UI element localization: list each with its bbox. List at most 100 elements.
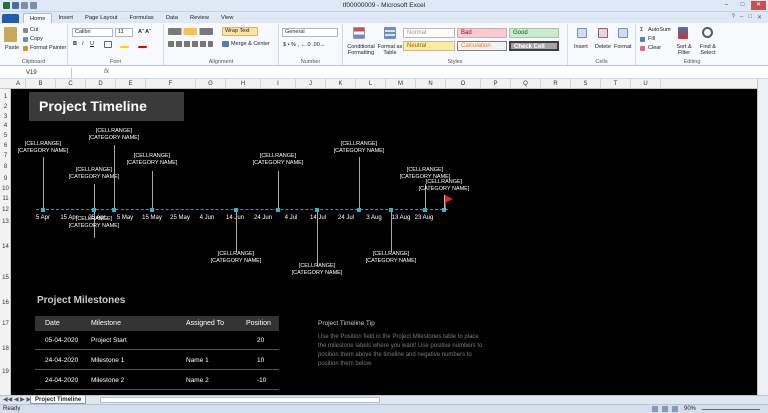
sort-filter-button[interactable]: Sort & Filter	[674, 44, 694, 56]
clear-button[interactable]: Clear	[648, 45, 661, 51]
row-header[interactable]: 4	[0, 123, 11, 129]
file-tab[interactable]	[2, 14, 19, 23]
column-header[interactable]: C	[56, 79, 86, 89]
font-name-select[interactable]: Calibri	[72, 28, 113, 37]
row-header[interactable]: 9	[0, 176, 11, 182]
column-header[interactable]: Q	[511, 79, 541, 89]
row-header[interactable]: 5	[0, 133, 11, 139]
delete-button[interactable]: Delete	[595, 44, 611, 50]
row-header[interactable]: 7	[0, 153, 11, 159]
row-header[interactable]: 18	[0, 346, 11, 352]
column-header[interactable]: B	[26, 79, 56, 89]
close-workbook-icon[interactable]: ✕	[757, 14, 762, 21]
column-header[interactable]: L	[356, 79, 386, 89]
style-normal[interactable]: Normal	[403, 28, 455, 38]
fill-color-icon[interactable]	[120, 46, 129, 48]
milestone-marker[interactable]	[357, 208, 361, 212]
restore-icon[interactable]: □	[748, 14, 752, 21]
milestone-marker[interactable]	[276, 208, 280, 212]
row-header[interactable]: 8	[0, 164, 11, 170]
column-header[interactable]: A	[11, 79, 26, 89]
style-good[interactable]: Good	[509, 28, 559, 38]
row-header[interactable]: 14	[0, 244, 11, 250]
column-header[interactable]: U	[631, 79, 661, 89]
grow-font-icon[interactable]: Aˆ Aˇ	[138, 29, 151, 35]
column-header[interactable]: D	[86, 79, 116, 89]
find-select-button[interactable]: Find & Select	[697, 44, 719, 56]
table-row[interactable]: 05-04-2020 Project Start 20	[35, 331, 279, 350]
column-header[interactable]: J	[296, 79, 326, 89]
column-header[interactable]: S	[571, 79, 601, 89]
format-as-table-button[interactable]: Format as Table	[377, 44, 403, 56]
merge-center-button[interactable]: Merge & Center	[231, 41, 270, 47]
ribbon-minimize-icon[interactable]: –	[740, 14, 743, 21]
copy-button[interactable]: Copy	[30, 36, 43, 42]
tab-review[interactable]: Review	[184, 13, 215, 23]
cut-button[interactable]: Cut	[30, 27, 39, 33]
horizontal-scrollbar[interactable]	[100, 397, 380, 403]
tab-home[interactable]: Home	[23, 13, 53, 23]
format-painter-button[interactable]: Format Painter	[30, 45, 66, 51]
column-header[interactable]: R	[541, 79, 571, 89]
insert-function-button[interactable]: fx	[104, 68, 109, 75]
column-header[interactable]: H	[226, 79, 261, 89]
row-header[interactable]: 13	[0, 219, 11, 225]
column-header[interactable]: I	[261, 79, 296, 89]
column-header[interactable]: M	[386, 79, 416, 89]
milestone-marker[interactable]	[112, 208, 116, 212]
column-header[interactable]: T	[601, 79, 631, 89]
help-icon[interactable]: ?	[732, 14, 735, 21]
row-header[interactable]: 10	[0, 186, 11, 192]
sheet-tab-project-timeline[interactable]: Project Timeline	[30, 396, 87, 404]
style-bad[interactable]: Bad	[457, 28, 507, 38]
column-header[interactable]: E	[116, 79, 146, 89]
style-neutral[interactable]: Neutral	[403, 41, 455, 51]
milestone-marker[interactable]	[41, 208, 45, 212]
tab-view[interactable]: View	[215, 13, 239, 23]
milestone-marker[interactable]	[150, 208, 154, 212]
font-size-select[interactable]: 11	[115, 28, 133, 37]
fill-button[interactable]: Fill	[648, 36, 655, 42]
number-format-select[interactable]: General	[282, 28, 338, 37]
column-header[interactable]: F	[146, 79, 196, 89]
font-color-icon[interactable]	[138, 46, 147, 48]
minimize-button[interactable]: –	[719, 1, 734, 10]
insert-button[interactable]: Insert	[574, 44, 588, 50]
row-header[interactable]: 15	[0, 275, 11, 281]
vertical-scrollbar[interactable]	[757, 79, 768, 395]
tab-insert[interactable]: Insert	[52, 13, 79, 23]
autosum-button[interactable]: AutoSum	[648, 27, 671, 33]
bold-icon[interactable]: B	[73, 41, 77, 47]
table-row[interactable]: 24-04-2020 Milestone 2 Name 2 -10	[35, 371, 279, 390]
row-header[interactable]: 17	[0, 321, 11, 327]
paste-icon[interactable]	[4, 27, 17, 42]
column-header[interactable]: K	[326, 79, 356, 89]
milestone-marker[interactable]	[423, 208, 427, 212]
tab-page-layout[interactable]: Page Layout	[79, 13, 124, 23]
table-row[interactable]: 24-04-2020 Milestone 1 Name 1 10	[35, 351, 279, 370]
row-header[interactable]: 6	[0, 143, 11, 149]
column-header[interactable]: O	[446, 79, 481, 89]
row-header[interactable]: 12	[0, 207, 11, 213]
maximize-button[interactable]: □	[735, 1, 750, 10]
zoom-slider[interactable]	[702, 409, 760, 410]
borders-icon[interactable]	[104, 41, 112, 48]
column-header[interactable]: G	[196, 79, 226, 89]
row-header[interactable]: 3	[0, 114, 11, 120]
milestone-marker[interactable]	[315, 208, 319, 212]
formula-input[interactable]	[118, 68, 758, 78]
format-button[interactable]: Format	[614, 44, 631, 50]
italic-icon[interactable]: I	[82, 41, 84, 47]
style-calculation[interactable]: Calculation	[457, 41, 507, 51]
row-header[interactable]: 19	[0, 369, 11, 375]
tab-formulas[interactable]: Formulas	[124, 13, 160, 23]
milestone-marker[interactable]	[92, 208, 96, 212]
column-header[interactable]: N	[416, 79, 446, 89]
vertical-align-icons[interactable]	[168, 28, 213, 35]
milestone-marker[interactable]	[389, 208, 393, 212]
row-header[interactable]: 1	[0, 94, 11, 100]
worksheet[interactable]: Project Timeline 5 Apr 15 Apr 25 Apr 5 May 1…	[11, 89, 757, 395]
row-header[interactable]: 11	[0, 196, 11, 202]
row-header[interactable]: 16	[0, 300, 11, 306]
conditional-formatting-button[interactable]: Conditional Formatting	[345, 44, 377, 56]
